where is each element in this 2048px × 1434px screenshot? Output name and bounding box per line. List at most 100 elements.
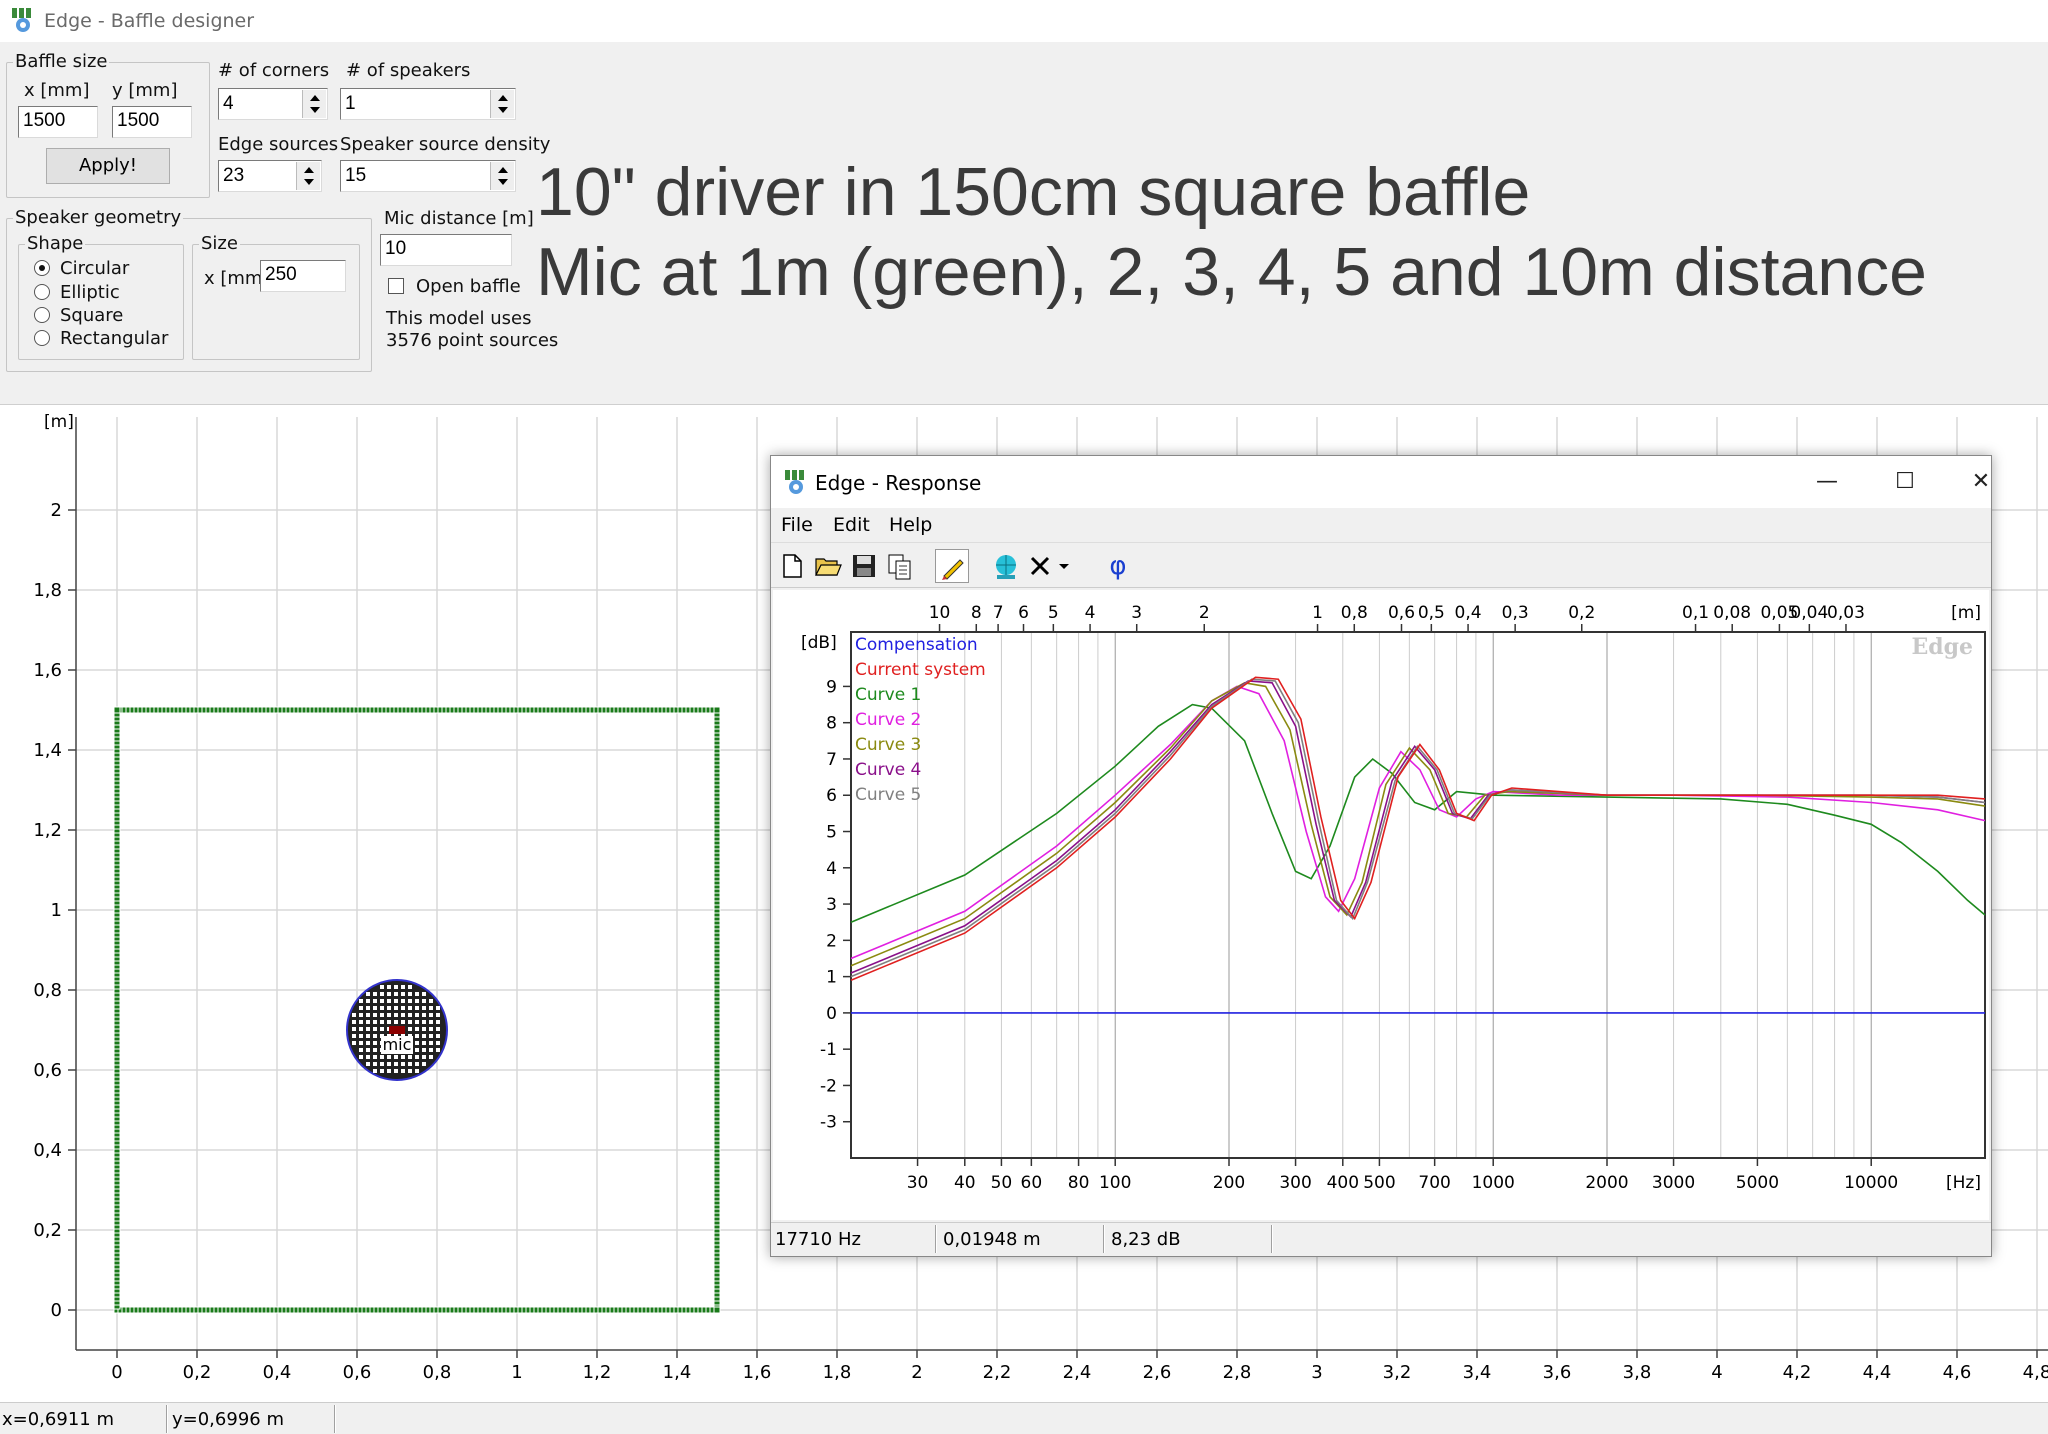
y-tick-label: 3	[826, 895, 837, 915]
dropdown-icon[interactable]	[1053, 549, 1075, 583]
edge-sources-spinner[interactable]: 23	[218, 160, 322, 192]
speaker-source-point	[366, 1006, 370, 1010]
legend-entry: Curve 1	[855, 685, 921, 705]
y-unit-label: [m]	[44, 412, 74, 432]
menu-edit[interactable]: Edit	[833, 514, 870, 536]
x-tick-label: 80	[1068, 1173, 1090, 1193]
x-tick-label: 0,6	[343, 1362, 372, 1383]
size-x-input[interactable]: 250	[260, 260, 346, 292]
y-tick-label: 1,6	[33, 660, 62, 681]
response-chart-canvas[interactable]: 9876543210-1-2-3[dB]30 40 50 60 80 100 200 300 4…	[773, 590, 1989, 1220]
speaker-source-point	[429, 1048, 433, 1052]
mic-marker	[389, 1026, 405, 1034]
speaker-source-point	[366, 1020, 370, 1024]
speaker-source-point	[436, 1027, 440, 1031]
speaker-source-point	[359, 1048, 363, 1052]
delete-icon[interactable]	[1023, 549, 1057, 583]
y-tick-label: 0,4	[33, 1140, 62, 1161]
pen-icon[interactable]	[935, 549, 969, 583]
wavelength-axis-label: [m]	[1951, 603, 1981, 623]
response-toolbar: φ	[771, 542, 1991, 588]
x-tick-label: 4	[1711, 1362, 1722, 1383]
speaker-source-point	[408, 992, 412, 996]
wavelength-tick-label: 8	[971, 603, 982, 623]
open-icon[interactable]	[811, 549, 845, 583]
minimize-button[interactable]: —	[1797, 464, 1857, 500]
phase-icon[interactable]: φ	[1101, 549, 1135, 583]
speaker-source-point	[380, 1006, 384, 1010]
speaker-source-point	[415, 1041, 419, 1045]
x-tick-label: 1000	[1472, 1173, 1515, 1193]
speaker-geometry-legend: Speaker geometry	[13, 207, 184, 228]
x-tick-label: 1,6	[743, 1362, 772, 1383]
speaker-source-point	[366, 1034, 370, 1038]
mic-distance-label: Mic distance [m]	[384, 208, 534, 229]
speaker-source-point	[436, 1006, 440, 1010]
speaker-source-point	[387, 992, 391, 996]
x-tick-label: 3	[1311, 1362, 1322, 1383]
status-separator	[1103, 1225, 1105, 1253]
baffle-y-input[interactable]: 1500	[112, 106, 192, 138]
speaker-source-point	[387, 999, 391, 1003]
spinner-arrows-icon[interactable]	[490, 90, 514, 118]
spinner-arrows-icon[interactable]	[296, 162, 320, 190]
wavelength-tick-label: 0,4	[1455, 603, 1482, 623]
x-tick-label: 5000	[1736, 1173, 1779, 1193]
shape-circular-radio[interactable]: Circular	[34, 258, 129, 279]
shape-rectangular-radio[interactable]: Rectangular	[34, 328, 168, 349]
edge-source-point	[713, 706, 721, 714]
response-title: Edge - Response	[815, 471, 982, 495]
model-info-line1: This model uses	[386, 308, 532, 329]
spinner-arrows-icon[interactable]	[302, 90, 326, 118]
corners-spinner[interactable]: 4	[218, 88, 328, 120]
wavelength-tick-label: 0,6	[1388, 603, 1415, 623]
x-tick-label: 2,8	[1223, 1362, 1252, 1383]
speaker-source-point	[366, 992, 370, 996]
speakers-spinner[interactable]: 1	[340, 88, 516, 120]
speaker-source-point	[373, 1055, 377, 1059]
series-line	[850, 676, 1986, 981]
app-icon	[12, 8, 31, 32]
shape-elliptic-radio[interactable]: Elliptic	[34, 282, 120, 303]
apply-button[interactable]: Apply!	[46, 148, 170, 184]
x-tick-label: 3,8	[1623, 1362, 1652, 1383]
x-tick-label: 300	[1279, 1173, 1311, 1193]
wavelength-tick-label: 2	[1199, 603, 1210, 623]
wavelength-tick-label: 0,08	[1713, 603, 1751, 623]
menu-help[interactable]: Help	[889, 514, 932, 536]
close-button[interactable]: ✕	[1951, 464, 2011, 500]
speaker-source-point	[380, 1027, 384, 1031]
radio-icon	[34, 307, 50, 323]
shape-square-radio[interactable]: Square	[34, 305, 123, 326]
speaker-source-point	[408, 1055, 412, 1059]
edge-sources-label: Edge sources	[218, 134, 339, 155]
speaker-source-point	[429, 1006, 433, 1010]
y-tick-label: 1,8	[33, 580, 62, 601]
x-tick-label: 2,4	[1063, 1362, 1092, 1383]
baffle-x-input[interactable]: 1500	[18, 106, 98, 138]
copy-icon[interactable]	[883, 549, 917, 583]
speaker-source-point	[366, 1055, 370, 1059]
status-y: y=0,6996 m	[172, 1409, 284, 1430]
wavelength-tick-label: 7	[993, 603, 1004, 623]
speaker-density-spinner[interactable]: 15	[340, 160, 516, 192]
globe-icon[interactable]	[989, 549, 1023, 583]
legend-entry: Curve 4	[855, 760, 921, 780]
speaker-source-point	[387, 1020, 391, 1024]
save-icon[interactable]	[847, 549, 881, 583]
new-icon[interactable]	[775, 549, 809, 583]
open-baffle-checkbox[interactable]: Open baffle	[388, 276, 521, 297]
response-chart[interactable]: 9 8 7 6 5 4 3 2 1 0 -1 -2 -3 [dB] 30 40 50 60 80 100 200 300 4…	[773, 590, 1989, 1220]
speaker-source-point	[422, 1006, 426, 1010]
speaker-source-point	[401, 992, 405, 996]
mic-distance-input[interactable]: 10	[380, 234, 512, 266]
spinner-arrows-icon[interactable]	[490, 162, 514, 190]
speaker-source-point	[359, 1020, 363, 1024]
annotation-line1: 10" driver in 150cm square baffle	[536, 154, 1531, 230]
speaker-source-point	[415, 999, 419, 1003]
response-window[interactable]: Edge - Response — ☐ ✕ File Edit Help φ 9…	[770, 455, 1992, 1257]
menu-file[interactable]: File	[781, 514, 813, 536]
speaker-source-point	[380, 1055, 384, 1059]
maximize-button[interactable]: ☐	[1875, 464, 1935, 500]
speaker-source-point	[436, 1013, 440, 1017]
